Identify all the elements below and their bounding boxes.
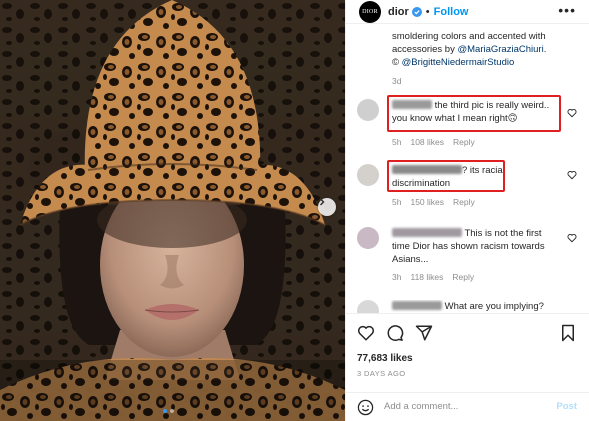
post-action-bar [346,313,589,353]
header-separator: • [425,5,430,18]
post-header: DIOR dior • Follow ••• [346,0,589,24]
heart-icon[interactable] [567,233,577,243]
post-comment-button[interactable]: Post [556,401,577,412]
paper-plane-icon[interactable] [415,324,433,342]
comment-likes[interactable]: 108 likes [410,137,444,147]
comment-meta: 3h 118 likes Reply [392,272,474,282]
highlight-box [387,95,561,132]
highlight-box [387,160,505,192]
more-options-button[interactable]: ••• [558,2,576,18]
comment-meta: 5h 108 likes Reply [392,137,475,147]
caption-text: smoldering colors and accented with [392,31,546,42]
reply-button[interactable]: Reply [452,272,474,282]
mention-link[interactable]: @MariaGraziaChiuri [457,44,543,55]
carousel-dot [170,409,174,413]
reply-button[interactable]: Reply [453,137,475,147]
carousel-next-button[interactable] [318,198,336,216]
post-date: 3 DAYS AGO [357,369,406,378]
comment-line: Asians... [392,254,429,265]
reply-button[interactable]: Reply [453,197,475,207]
caption-timestamp: 3d [392,76,402,86]
comment-likes[interactable]: 150 likes [410,197,444,207]
verified-badge-icon [411,6,422,17]
bookmark-icon[interactable] [560,324,576,342]
username[interactable]: dior [388,6,409,18]
avatar[interactable] [357,227,379,249]
comment-input[interactable]: Add a comment... [384,401,458,412]
avatar[interactable] [357,300,379,313]
heart-icon[interactable] [357,324,375,342]
avatar[interactable]: DIOR [359,0,381,23]
comment-time: 5h [392,197,402,207]
comment-likes[interactable]: 118 likes [410,272,443,282]
caption-text: © [392,57,402,68]
avatar[interactable] [357,99,379,121]
comment-meta: 5h 150 likes Reply [392,197,475,207]
chevron-right-icon [319,198,325,206]
caption-text: accessories by [392,44,458,55]
avatar[interactable] [357,164,379,186]
mention-link[interactable]: @BrigitteNiedermairStudio [402,57,515,68]
redacted-username [392,228,462,237]
follow-button[interactable]: Follow [434,6,469,18]
post-caption: smoldering colors and accented with acce… [392,30,582,69]
comment-time: 3h [392,272,402,282]
heart-icon[interactable] [567,170,577,180]
comment-line: This is not the first [462,228,542,239]
comment-bubble-icon[interactable] [386,324,404,342]
carousel-dot-active [163,409,167,413]
comment-time: 5h [392,137,402,147]
comment-line: time Dior has shown racism towards [392,241,545,252]
post-photo[interactable] [0,0,345,421]
caption-text: . [543,44,547,55]
mannequin-leopard-hat-image [0,0,345,421]
avatar-logo-text: DIOR [362,8,378,15]
like-count[interactable]: 77,683 likes [357,353,413,364]
comment-text: What are you implying? [392,300,572,313]
redacted-username [392,301,442,310]
heart-icon[interactable] [567,108,577,118]
post-info-panel: DIOR dior • Follow ••• smoldering colors… [345,0,589,421]
comment-item: This is not the first time Dior has show… [357,227,585,287]
smiley-icon[interactable] [357,399,374,416]
comment-item: What are you implying? [357,300,585,313]
comment-text: This is not the first time Dior has show… [392,227,572,266]
comment-line: What are you implying? [442,301,544,312]
comment-composer: Add a comment... Post [346,392,589,421]
carousel-indicator [163,409,174,413]
